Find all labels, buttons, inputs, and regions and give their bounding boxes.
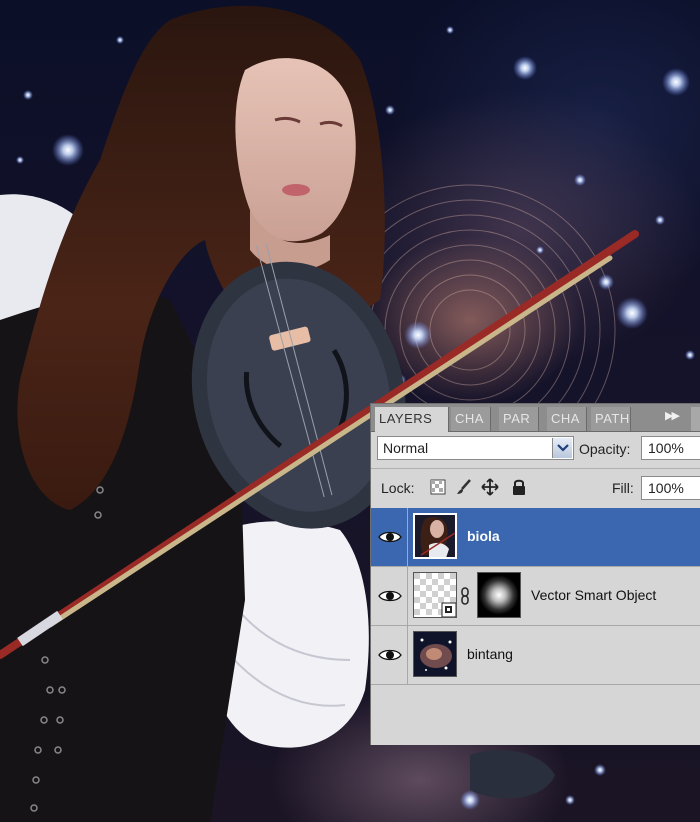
- divider: [407, 508, 408, 566]
- lock-all-icon[interactable]: [510, 478, 528, 496]
- tab-layers[interactable]: LAYERS: [375, 407, 449, 432]
- layer-row-bintang[interactable]: bintang: [371, 626, 700, 685]
- layer-row-vector-smart-object[interactable]: Vector Smart Object: [371, 567, 700, 626]
- lock-transparent-pixels-icon[interactable]: [429, 478, 447, 496]
- layer-thumbnail-smart-object[interactable]: [413, 572, 457, 618]
- layer-name[interactable]: bintang: [467, 646, 513, 662]
- blend-mode-select[interactable]: Normal: [377, 436, 574, 460]
- layer-mask-thumbnail[interactable]: [477, 572, 521, 618]
- panel-tab-bar: LAYERS CHA PAR CHA PATH ▶▶: [371, 404, 700, 432]
- eye-visibility-icon[interactable]: [377, 526, 403, 548]
- layer-row-biola[interactable]: biola: [371, 508, 700, 567]
- layer-name[interactable]: biola: [467, 528, 500, 544]
- chevron-down-icon[interactable]: [552, 438, 572, 458]
- layer-thumbnail-biola[interactable]: [413, 513, 457, 559]
- chain-link-icon[interactable]: [460, 587, 470, 605]
- lock-position-icon[interactable]: [481, 478, 499, 496]
- eye-visibility-icon[interactable]: [377, 585, 403, 607]
- opacity-label: Opacity:: [579, 441, 631, 457]
- double-chevron-right-icon[interactable]: ▶▶: [665, 409, 680, 422]
- tab-paragraph[interactable]: PAR: [499, 407, 539, 431]
- layers-list: biola Vector Smart Object bintang: [371, 508, 700, 685]
- fill-input[interactable]: 100%: [641, 476, 700, 500]
- layer-thumbnail-bintang[interactable]: [413, 631, 457, 677]
- fill-label: Fill:: [612, 480, 634, 496]
- divider: [407, 567, 408, 625]
- eye-visibility-icon[interactable]: [377, 644, 403, 666]
- lock-image-pixels-icon[interactable]: [455, 478, 473, 496]
- divider: [371, 468, 700, 469]
- layer-name[interactable]: Vector Smart Object: [531, 587, 656, 603]
- tab-paths[interactable]: PATH: [591, 407, 631, 431]
- panel-menu-edge[interactable]: [691, 407, 700, 431]
- lock-label: Lock:: [381, 480, 415, 496]
- opacity-input[interactable]: 100%: [641, 436, 700, 460]
- tab-channels[interactable]: CHA: [451, 407, 491, 431]
- blend-mode-value: Normal: [383, 440, 429, 456]
- tab-character[interactable]: CHA: [547, 407, 587, 431]
- divider: [407, 626, 408, 684]
- layers-panel: LAYERS CHA PAR CHA PATH ▶▶ Normal Opacit…: [370, 403, 700, 745]
